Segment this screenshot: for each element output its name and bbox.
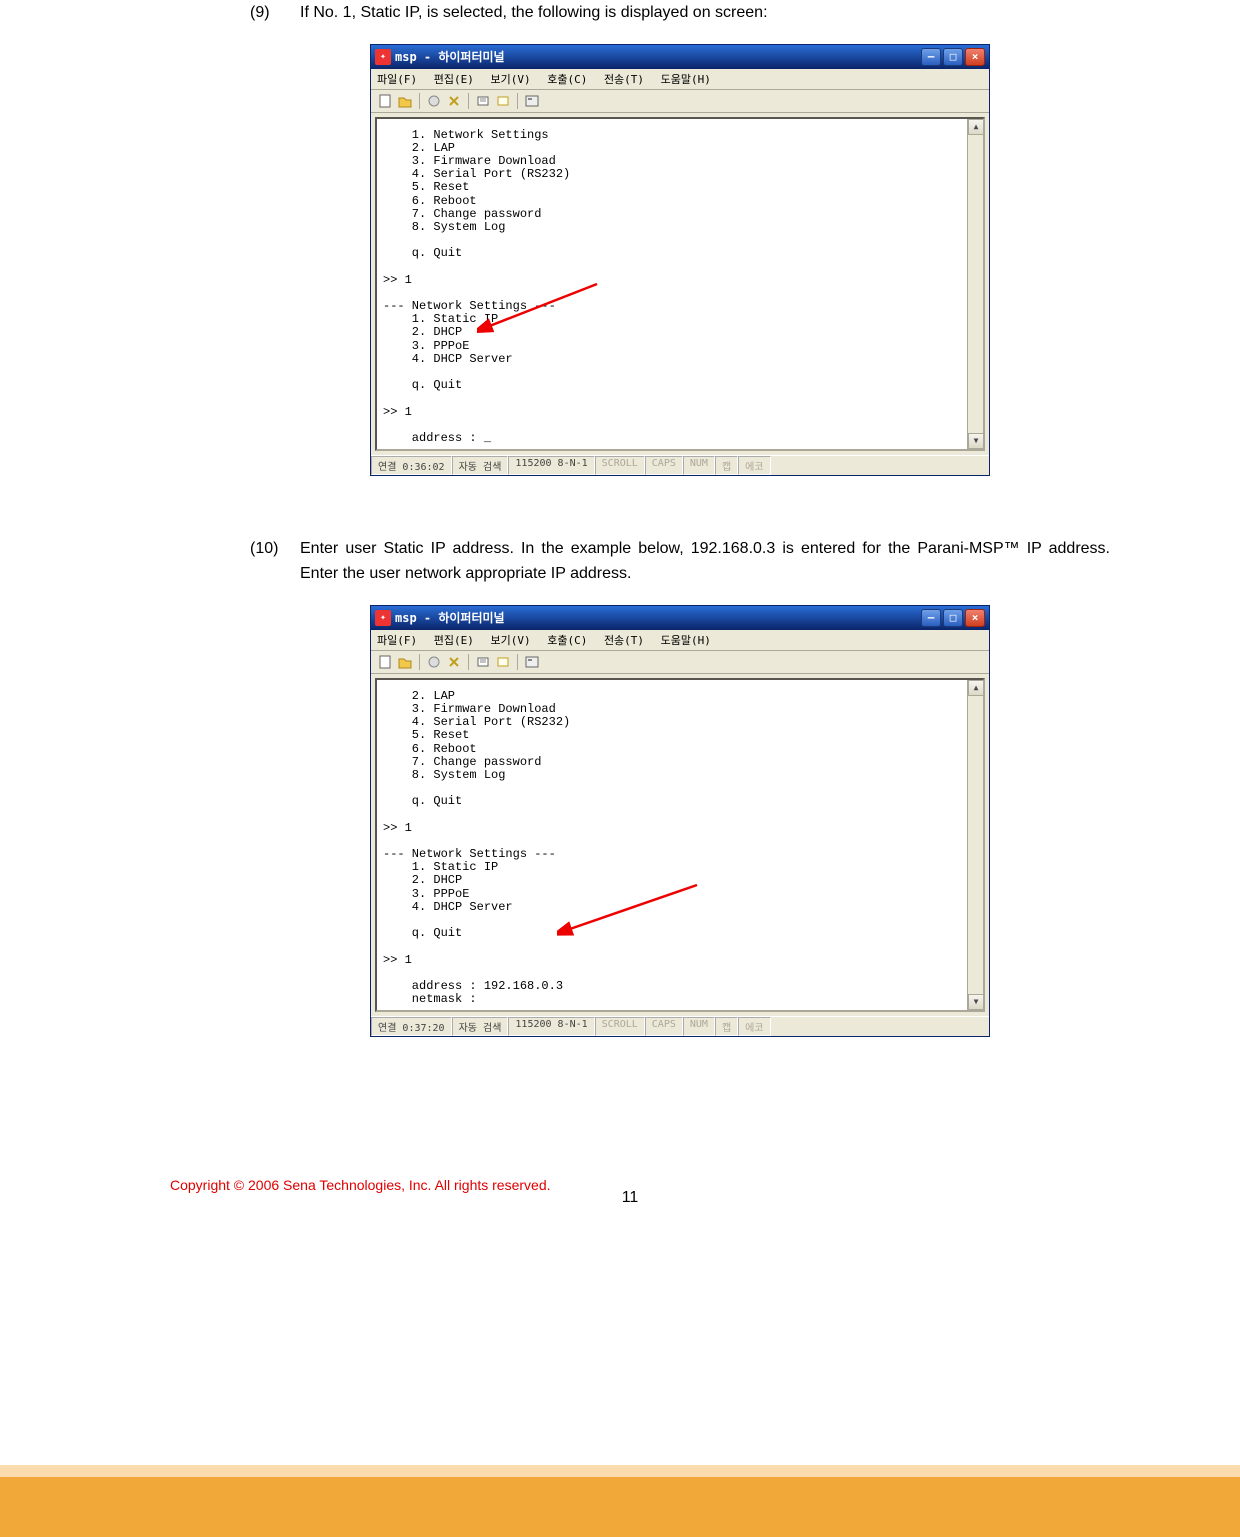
disconnect-icon[interactable] [446, 93, 462, 109]
menu-transfer[interactable]: 전송(T) [604, 73, 644, 86]
menu-bar: 파일(F) 편집(E) 보기(V) 호출(C) 전송(T) 도움말(H) [371, 69, 989, 90]
send-icon[interactable] [475, 93, 491, 109]
connect-icon[interactable] [426, 93, 442, 109]
receive-icon[interactable] [495, 654, 511, 670]
minimize-button[interactable]: ‒ [921, 48, 941, 66]
menu-transfer[interactable]: 전송(T) [604, 634, 644, 647]
new-file-icon[interactable] [377, 93, 393, 109]
disconnect-icon[interactable] [446, 654, 462, 670]
menu-edit[interactable]: 편집(E) [434, 73, 474, 86]
menu-view[interactable]: 보기(V) [490, 73, 530, 86]
status-caps: CAPS [645, 456, 683, 475]
status-autodetect: 자동 검색 [452, 456, 509, 475]
scroll-up-icon[interactable]: ▲ [968, 680, 984, 696]
vertical-scrollbar[interactable]: ▲ ▼ [967, 680, 983, 1010]
step-text: Enter user Static IP address. In the exa… [300, 536, 1110, 587]
vertical-scrollbar[interactable]: ▲ ▼ [967, 119, 983, 449]
title-bar: ✦ msp - 하이퍼터미널 ‒ □ × [371, 45, 989, 69]
status-bar: 연결 0:37:20 자동 검색 115200 8-N-1 SCROLL CAP… [371, 1016, 989, 1036]
window-title: msp - 하이퍼터미널 [395, 609, 921, 626]
open-file-icon[interactable] [397, 93, 413, 109]
status-caps: CAPS [645, 1017, 683, 1036]
properties-icon[interactable] [524, 654, 540, 670]
hyperterminal-window-1: ✦ msp - 하이퍼터미널 ‒ □ × 파일(F) 편집(E) 보기(V) 호… [370, 44, 990, 476]
close-button[interactable]: × [965, 609, 985, 627]
status-cap: 캡 [715, 1017, 738, 1036]
status-cap: 캡 [715, 456, 738, 475]
status-num: NUM [683, 456, 715, 475]
open-file-icon[interactable] [397, 654, 413, 670]
footer-band [0, 1477, 1240, 1537]
menu-help[interactable]: 도움말(H) [661, 634, 711, 647]
toolbar [371, 90, 989, 113]
menu-call[interactable]: 호출(C) [547, 634, 587, 647]
app-icon: ✦ [375, 610, 391, 626]
close-button[interactable]: × [965, 48, 985, 66]
menu-call[interactable]: 호출(C) [547, 73, 587, 86]
status-autodetect: 자동 검색 [452, 1017, 509, 1036]
connect-icon[interactable] [426, 654, 442, 670]
step-number: (10) [250, 536, 300, 562]
status-num: NUM [683, 1017, 715, 1036]
maximize-button[interactable]: □ [943, 48, 963, 66]
minimize-button[interactable]: ‒ [921, 609, 941, 627]
hyperterminal-window-2: ✦ msp - 하이퍼터미널 ‒ □ × 파일(F) 편집(E) 보기(V) 호… [370, 605, 990, 1037]
status-portsettings: 115200 8-N-1 [508, 1017, 594, 1036]
send-icon[interactable] [475, 654, 491, 670]
status-echo: 에코 [738, 456, 770, 475]
menu-help[interactable]: 도움말(H) [661, 73, 711, 86]
status-bar: 연결 0:36:02 자동 검색 115200 8-N-1 SCROLL CAP… [371, 455, 989, 475]
step-number: (9) [250, 0, 300, 26]
title-bar: ✦ msp - 하이퍼터미널 ‒ □ × [371, 606, 989, 630]
terminal-output[interactable]: 2. LAP 3. Firmware Download 4. Serial Po… [377, 680, 983, 1010]
properties-icon[interactable] [524, 93, 540, 109]
toolbar [371, 651, 989, 674]
status-connect-time: 연결 0:36:02 [371, 456, 452, 475]
menu-bar: 파일(F) 편집(E) 보기(V) 호출(C) 전송(T) 도움말(H) [371, 630, 989, 651]
status-scroll: SCROLL [595, 1017, 645, 1036]
receive-icon[interactable] [495, 93, 511, 109]
menu-file[interactable]: 파일(F) [377, 73, 417, 86]
window-title: msp - 하이퍼터미널 [395, 48, 921, 65]
scroll-up-icon[interactable]: ▲ [968, 119, 984, 135]
scroll-down-icon[interactable]: ▼ [968, 433, 984, 449]
status-echo: 에코 [738, 1017, 770, 1036]
maximize-button[interactable]: □ [943, 609, 963, 627]
step-text: If No. 1, Static IP, is selected, the fo… [300, 0, 1110, 26]
terminal-output[interactable]: 1. Network Settings 2. LAP 3. Firmware D… [377, 119, 983, 449]
status-portsettings: 115200 8-N-1 [508, 456, 594, 475]
menu-edit[interactable]: 편집(E) [434, 634, 474, 647]
status-connect-time: 연결 0:37:20 [371, 1017, 452, 1036]
menu-view[interactable]: 보기(V) [490, 634, 530, 647]
status-scroll: SCROLL [595, 456, 645, 475]
new-file-icon[interactable] [377, 654, 393, 670]
menu-file[interactable]: 파일(F) [377, 634, 417, 647]
scroll-down-icon[interactable]: ▼ [968, 994, 984, 1010]
app-icon: ✦ [375, 49, 391, 65]
